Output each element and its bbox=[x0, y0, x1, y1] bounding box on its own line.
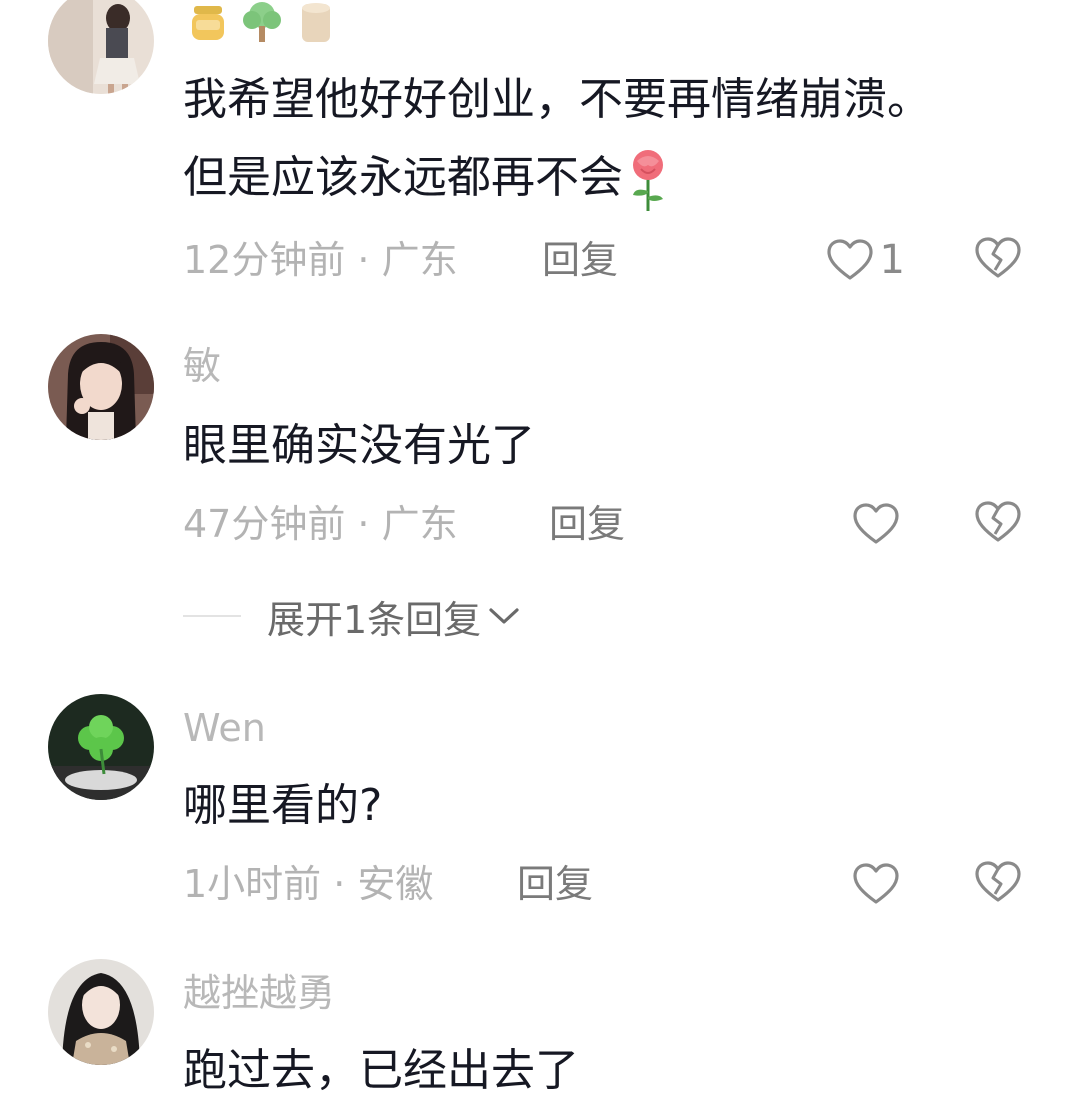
rose-icon bbox=[633, 150, 663, 211]
expand-replies-label: 展开1条回复 bbox=[267, 597, 482, 642]
chevron-down-icon bbox=[489, 608, 519, 624]
comment-text: 哪里看的? bbox=[183, 768, 382, 844]
username[interactable]: Wen bbox=[183, 706, 266, 750]
heart-icon bbox=[853, 863, 899, 904]
comment-item: 越挫越勇 跑过去，已经出去了 bbox=[0, 955, 1080, 1096]
like-count: 1 bbox=[879, 237, 905, 283]
comment-text: 眼里确实没有光了 bbox=[183, 408, 535, 484]
divider-line bbox=[183, 615, 241, 617]
honey-jar-icon bbox=[192, 6, 224, 40]
comment-line: 但是应该永远都再不会 bbox=[183, 152, 623, 203]
avatar[interactable] bbox=[48, 0, 154, 94]
comment-text: 跑过去，已经出去了 bbox=[183, 1033, 579, 1109]
comment-item: Wen 哪里看的? 1小时前 · 安徽 回复 bbox=[0, 690, 1080, 950]
comment-meta: 1小时前 · 安徽 bbox=[183, 862, 434, 906]
comment-meta: 47分钟前 · 广东 bbox=[183, 502, 458, 546]
like-button[interactable] bbox=[852, 860, 906, 908]
comment-meta: 12分钟前 · 广东 bbox=[183, 238, 458, 282]
comment-text: 我希望他好好创业，不要再情绪崩溃。 bbox=[183, 62, 931, 138]
comment-line: 跑过去，已经出去了 bbox=[183, 1045, 579, 1096]
avatar-photo bbox=[48, 694, 154, 800]
avatar[interactable] bbox=[48, 694, 154, 800]
reply-button[interactable]: 回复 bbox=[517, 862, 593, 906]
avatar-photo bbox=[48, 334, 154, 440]
avatar[interactable] bbox=[48, 334, 154, 440]
comment-line: 我希望他好好创业，不要再情绪崩溃。 bbox=[183, 74, 931, 125]
like-button[interactable]: 1 bbox=[826, 236, 905, 284]
reply-button[interactable]: 回复 bbox=[549, 502, 625, 546]
tree-icon bbox=[243, 2, 281, 42]
username[interactable]: 越挫越勇 bbox=[183, 971, 335, 1015]
avatar-photo bbox=[48, 0, 154, 94]
comment-text: 但是应该永远都再不会 bbox=[183, 140, 671, 216]
dislike-button[interactable] bbox=[974, 236, 1024, 284]
heart-icon bbox=[853, 503, 899, 544]
dislike-button[interactable] bbox=[974, 500, 1024, 548]
comment-line: 哪里看的? bbox=[183, 780, 383, 831]
avatar[interactable] bbox=[48, 959, 154, 1065]
reply-button[interactable]: 回复 bbox=[542, 238, 618, 282]
expand-replies-button[interactable]: 展开1条回复 bbox=[183, 592, 521, 642]
log-icon bbox=[302, 3, 330, 42]
broken-heart-icon bbox=[975, 861, 1021, 902]
heart-icon bbox=[826, 239, 873, 280]
comment-line: 眼里确实没有光了 bbox=[183, 420, 535, 471]
broken-heart-icon bbox=[975, 237, 1021, 278]
avatar-photo bbox=[48, 959, 154, 1065]
like-button[interactable] bbox=[852, 500, 906, 548]
comment-item: 我希望他好好创业，不要再情绪崩溃。 但是应该永远都再不会 12分钟前 · 广东 … bbox=[0, 0, 1080, 300]
reaction-emojis bbox=[186, 0, 338, 44]
broken-heart-icon bbox=[975, 501, 1021, 542]
dislike-button[interactable] bbox=[974, 860, 1024, 908]
comment-item: 敏 眼里确实没有光了 47分钟前 · 广东 回复 bbox=[0, 330, 1080, 650]
username[interactable]: 敏 bbox=[183, 344, 221, 388]
